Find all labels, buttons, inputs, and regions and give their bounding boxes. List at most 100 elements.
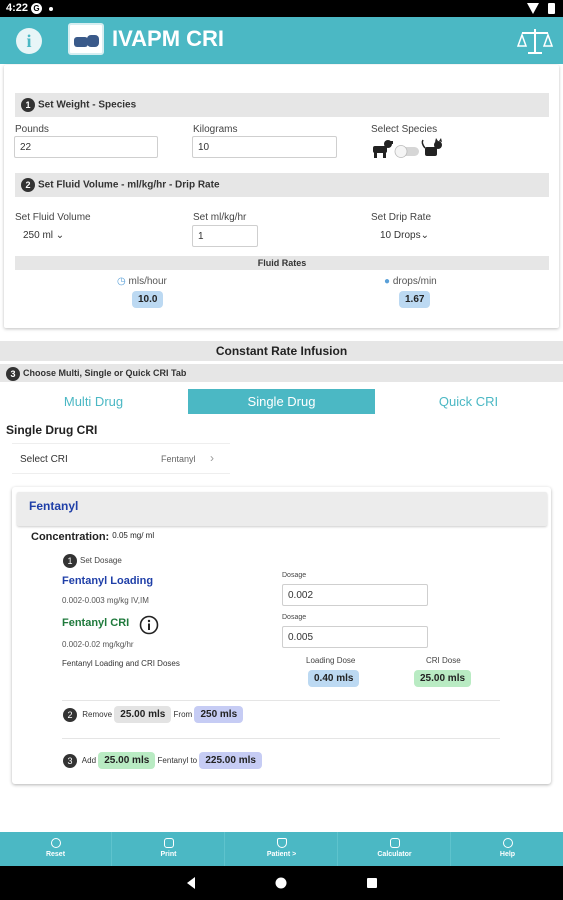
cri-dose-label: CRI Dose (426, 656, 461, 665)
mls-hour-value: 10.0 (132, 291, 164, 308)
status-bar: 4:22 G (0, 0, 563, 17)
step1-label: Set Weight - Species (38, 99, 137, 111)
cri-header: Constant Rate Infusion (0, 341, 563, 361)
print-button[interactable]: Print (113, 832, 225, 866)
set-dosage-row: 1 Set Dosage (63, 554, 122, 568)
divider (62, 738, 500, 739)
mlkg-label: Set ml/kg/hr (193, 212, 247, 223)
calculator-label: Calculator (377, 851, 412, 858)
bottom-nav: Reset Print Patient > Calculator Help (0, 832, 563, 866)
cri-range: 0.002-0.02 mg/kg/hr (62, 640, 134, 649)
google-icon: G (31, 3, 42, 14)
fluid-volume-value: 250 ml (23, 230, 54, 241)
refresh-icon (50, 838, 61, 848)
remove-value: 25.00 mls (114, 706, 172, 723)
info-button[interactable]: i (16, 28, 42, 54)
help-button[interactable]: Help (452, 832, 563, 866)
fluid-rates-header: Fluid Rates (15, 256, 549, 270)
mlkg-input[interactable]: 1 (192, 225, 258, 247)
back-icon[interactable] (184, 876, 198, 890)
calculator-icon (389, 838, 400, 848)
cri-dosage-label: Dosage (282, 614, 307, 621)
tab-single-drug[interactable]: Single Drug (188, 389, 375, 414)
select-cri-row[interactable]: Select CRI Fentanyl › (12, 443, 230, 474)
doses-label: Fentanyl Loading and CRI Doses (62, 659, 180, 668)
wifi-icon (527, 3, 539, 14)
battery-icon (548, 3, 555, 14)
select-cri-value: Fentanyl (161, 454, 196, 464)
step3-label: Choose Multi, Single or Quick CRI Tab (23, 368, 187, 378)
app-title: IVAPM CRI (112, 26, 225, 51)
set-dosage-label: Set Dosage (80, 556, 122, 566)
divider (62, 700, 500, 701)
loading-range: 0.002-0.003 mg/kg IV,IM (62, 596, 149, 605)
set-dosage-number: 1 (63, 554, 77, 568)
help-icon (502, 838, 513, 848)
cri-dose-value: 25.00 mls (414, 670, 472, 687)
kilograms-input[interactable]: 10 (192, 136, 337, 158)
chevron-down-icon: ⌄ (420, 230, 429, 241)
app-bar: i IVAPM CRI (0, 17, 563, 64)
add-number: 3 (63, 753, 77, 768)
concentration-row: Concentration: 0.05 mg/ ml (31, 531, 154, 543)
drops-min-value: 1.67 (399, 291, 431, 308)
app-logo (68, 23, 104, 55)
help-label: Help (499, 851, 516, 858)
remove-label: Remove (82, 710, 113, 719)
tab-quick-cri[interactable]: Quick CRI (375, 389, 562, 414)
home-icon[interactable] (274, 876, 288, 890)
loading-title: Fentanyl Loading (62, 575, 154, 587)
step2-header: 2 Set Fluid Volume - ml/kg/hr - Drip Rate (15, 173, 549, 197)
to-value: 225.00 mls (199, 752, 262, 769)
species-label: Select Species (371, 124, 438, 135)
info-icon[interactable] (139, 615, 159, 635)
patient-button[interactable]: Patient > (226, 832, 338, 866)
species-toggle[interactable] (370, 138, 446, 160)
calculator-button[interactable]: Calculator (339, 832, 451, 866)
step1-header: 1 Set Weight - Species (15, 93, 549, 117)
from-value: 250 mls (194, 706, 244, 723)
chevron-right-icon: › (210, 451, 214, 465)
cri-title: Fentanyl CRI (62, 617, 130, 629)
step2-number: 2 (21, 178, 35, 192)
loading-dosage-label: Dosage (282, 572, 307, 579)
drug-name-header: Fentanyl (17, 492, 547, 526)
timer-icon: ◷ (117, 276, 126, 287)
add-value: 25.00 mls (98, 752, 156, 769)
kilograms-label: Kilograms (193, 124, 238, 135)
drops-min-label: drops/min (392, 276, 437, 287)
add-label: Add (81, 756, 97, 765)
drops-min-label-row: ● drops/min (384, 276, 437, 287)
system-nav-bar (0, 866, 563, 900)
loading-dosage-input[interactable]: 0.002 (282, 584, 428, 606)
concentration-value: 0.05 mg/ ml (112, 531, 155, 540)
cri-dosage-input[interactable]: 0.005 (282, 626, 428, 648)
notification-dot-icon (49, 7, 53, 11)
print-label: Print (160, 851, 177, 858)
dog-icon (373, 140, 393, 158)
step3-header: 3 Choose Multi, Single or Quick CRI Tab (0, 364, 563, 382)
add-row: 3 Add 25.00 mls Fentanyl to 225.00 mls (63, 752, 262, 769)
pounds-input[interactable]: 22 (14, 136, 158, 158)
pounds-label: Pounds (15, 124, 49, 135)
recents-icon[interactable] (365, 876, 379, 890)
tab-multi-drug[interactable]: Multi Drug (0, 389, 187, 414)
status-time: 4:22 (6, 2, 29, 14)
patient-label: Patient > (266, 851, 297, 858)
cat-icon (421, 138, 442, 156)
mls-hour-label: mls/hour (128, 276, 167, 287)
step3-number: 3 (6, 366, 20, 381)
chevron-down-icon: ⌄ (55, 230, 65, 241)
fluid-volume-select[interactable]: 250 ml ⌄ (23, 230, 64, 241)
step2-label: Set Fluid Volume - ml/kg/hr - Drip Rate (38, 179, 220, 191)
from-label: From (173, 710, 193, 719)
patient-icon (276, 838, 287, 848)
scale-icon[interactable] (517, 27, 553, 55)
single-drug-title: Single Drug CRI (6, 423, 98, 437)
loading-dose-value: 0.40 mls (308, 670, 360, 687)
drip-rate-select[interactable]: 10 Drops⌄ (380, 230, 429, 241)
concentration-label: Concentration: (31, 531, 110, 543)
to-label: Fentanyl to (157, 756, 198, 765)
fluid-volume-label: Set Fluid Volume (15, 212, 91, 223)
reset-button[interactable]: Reset (0, 832, 112, 866)
